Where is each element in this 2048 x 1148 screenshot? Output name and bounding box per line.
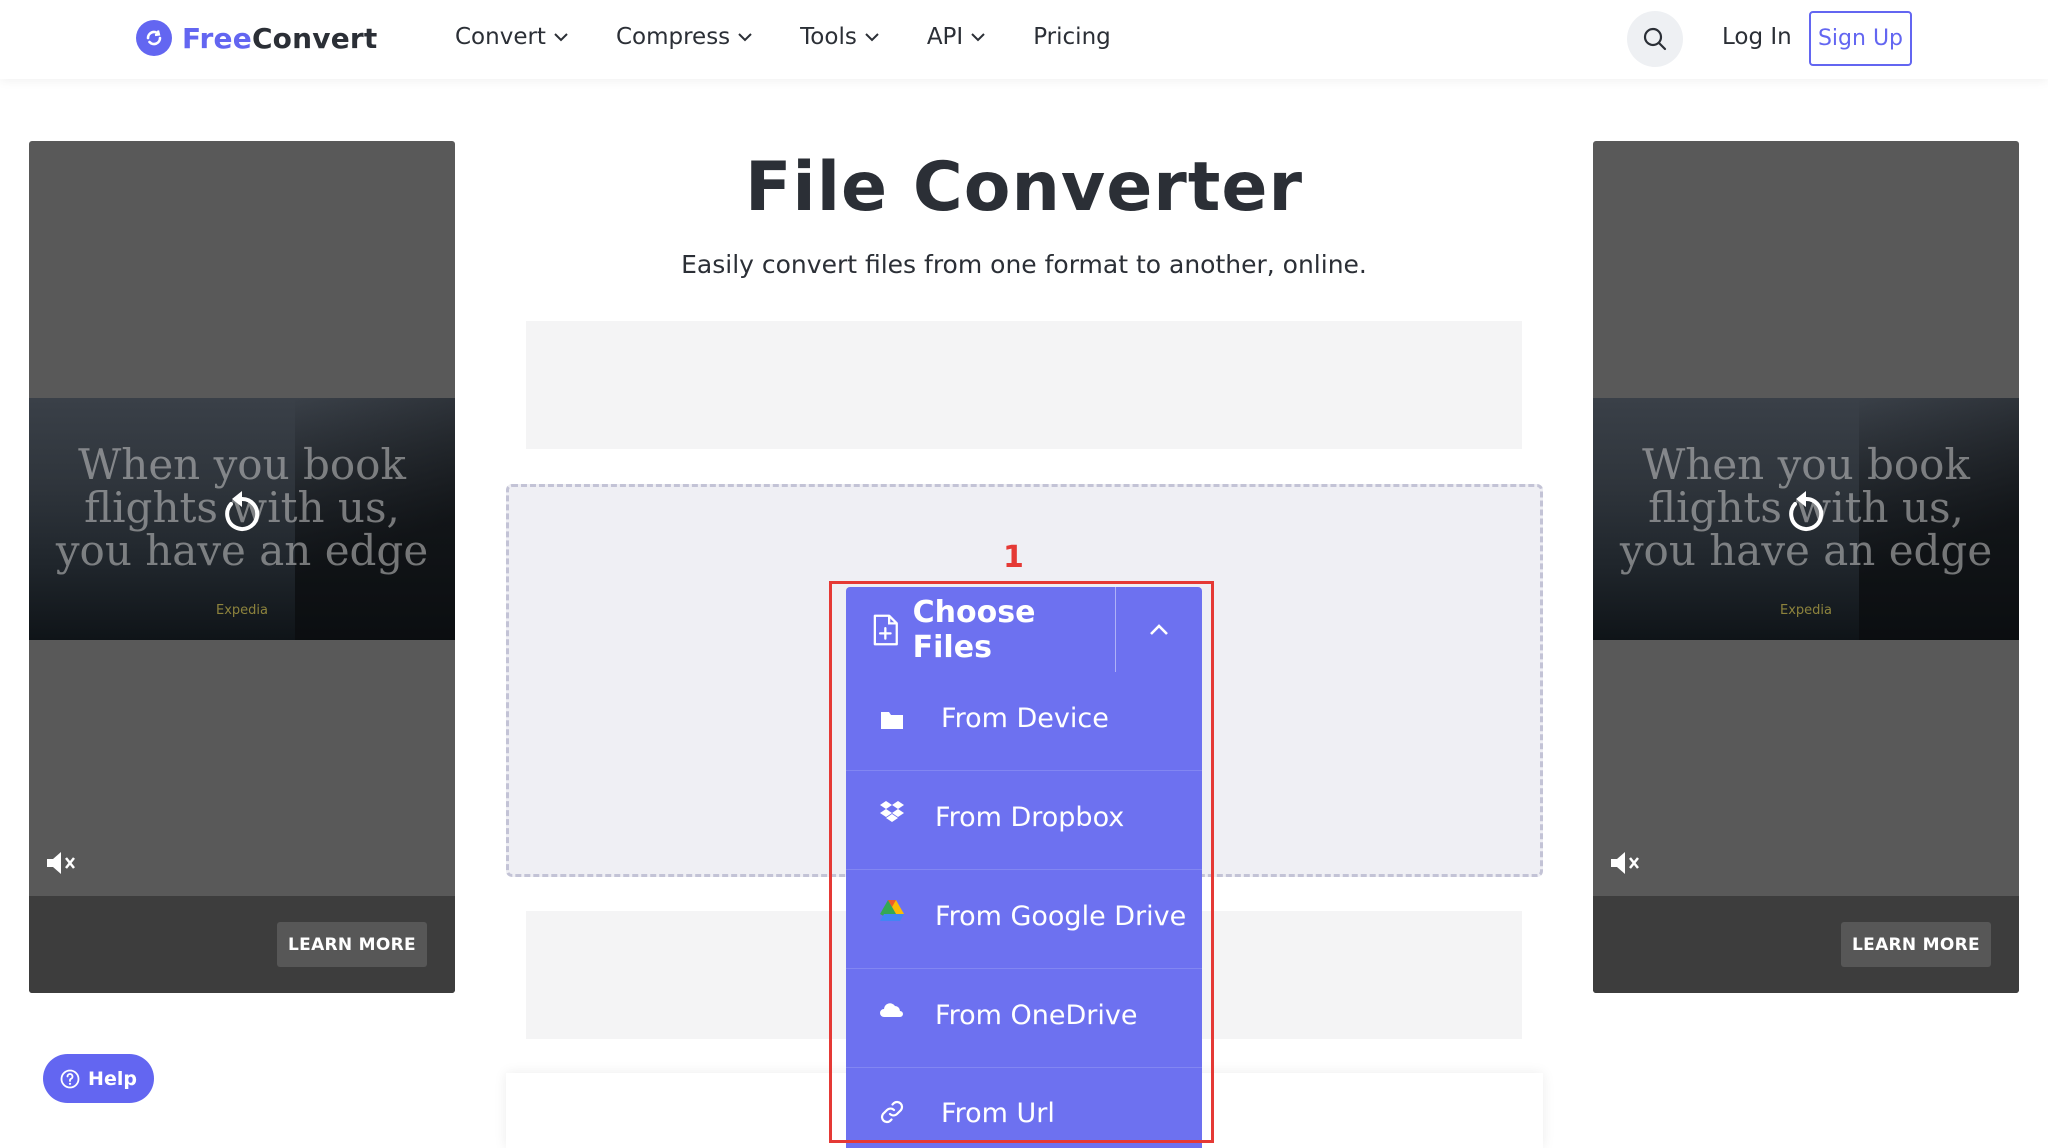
login-link[interactable]: Log In: [1722, 24, 1792, 50]
nav-api[interactable]: API: [927, 24, 985, 50]
right-ad[interactable]: When you book flights with us, you have an…: [1593, 141, 2019, 993]
logo-icon: [136, 20, 172, 56]
search-icon: [1643, 27, 1667, 51]
page-subtitle: Easily convert files from one format to …: [681, 250, 1367, 279]
nav-pricing[interactable]: Pricing: [1033, 24, 1111, 50]
learn-more-button[interactable]: LEARN MORE: [277, 922, 427, 967]
logo[interactable]: FreeConvert: [136, 20, 378, 56]
chevron-down-icon: [865, 32, 879, 41]
left-ad[interactable]: When you book flights with us, you have an…: [29, 141, 455, 993]
nav-convert[interactable]: Convert: [455, 24, 568, 50]
ad-image: When you book flights with us, you have an…: [1593, 398, 2019, 640]
ad-brand: Expedia: [216, 603, 268, 618]
help-label: Help: [88, 1067, 137, 1090]
mute-icon[interactable]: [1609, 849, 1641, 877]
chevron-down-icon: [554, 32, 568, 41]
help-circle-icon: [60, 1069, 80, 1088]
nav-tools[interactable]: Tools: [800, 24, 879, 50]
annotation-number: 1: [1003, 540, 1024, 575]
signup-button[interactable]: Sign Up: [1809, 11, 1912, 66]
search-button[interactable]: [1627, 11, 1683, 67]
logo-text: FreeConvert: [182, 21, 378, 55]
annotation-highlight-box: [829, 581, 1214, 1143]
main-nav: Convert Compress Tools API Pricing: [455, 24, 1159, 50]
top-header: FreeConvert Convert Compress Tools API P…: [0, 0, 2048, 79]
chevron-down-icon: [971, 32, 985, 41]
mute-icon[interactable]: [45, 849, 77, 877]
page-title: File Converter: [744, 148, 1304, 227]
ad-placeholder-top: [526, 321, 1522, 449]
replay-icon[interactable]: [1781, 488, 1831, 538]
nav-compress[interactable]: Compress: [616, 24, 752, 50]
ad-image: When you book flights with us, you have an…: [29, 398, 455, 640]
replay-icon[interactable]: [217, 488, 267, 538]
learn-more-button[interactable]: LEARN MORE: [1841, 922, 1991, 967]
chevron-down-icon: [738, 32, 752, 41]
ad-brand: Expedia: [1780, 603, 1832, 618]
help-button[interactable]: Help: [43, 1054, 154, 1103]
